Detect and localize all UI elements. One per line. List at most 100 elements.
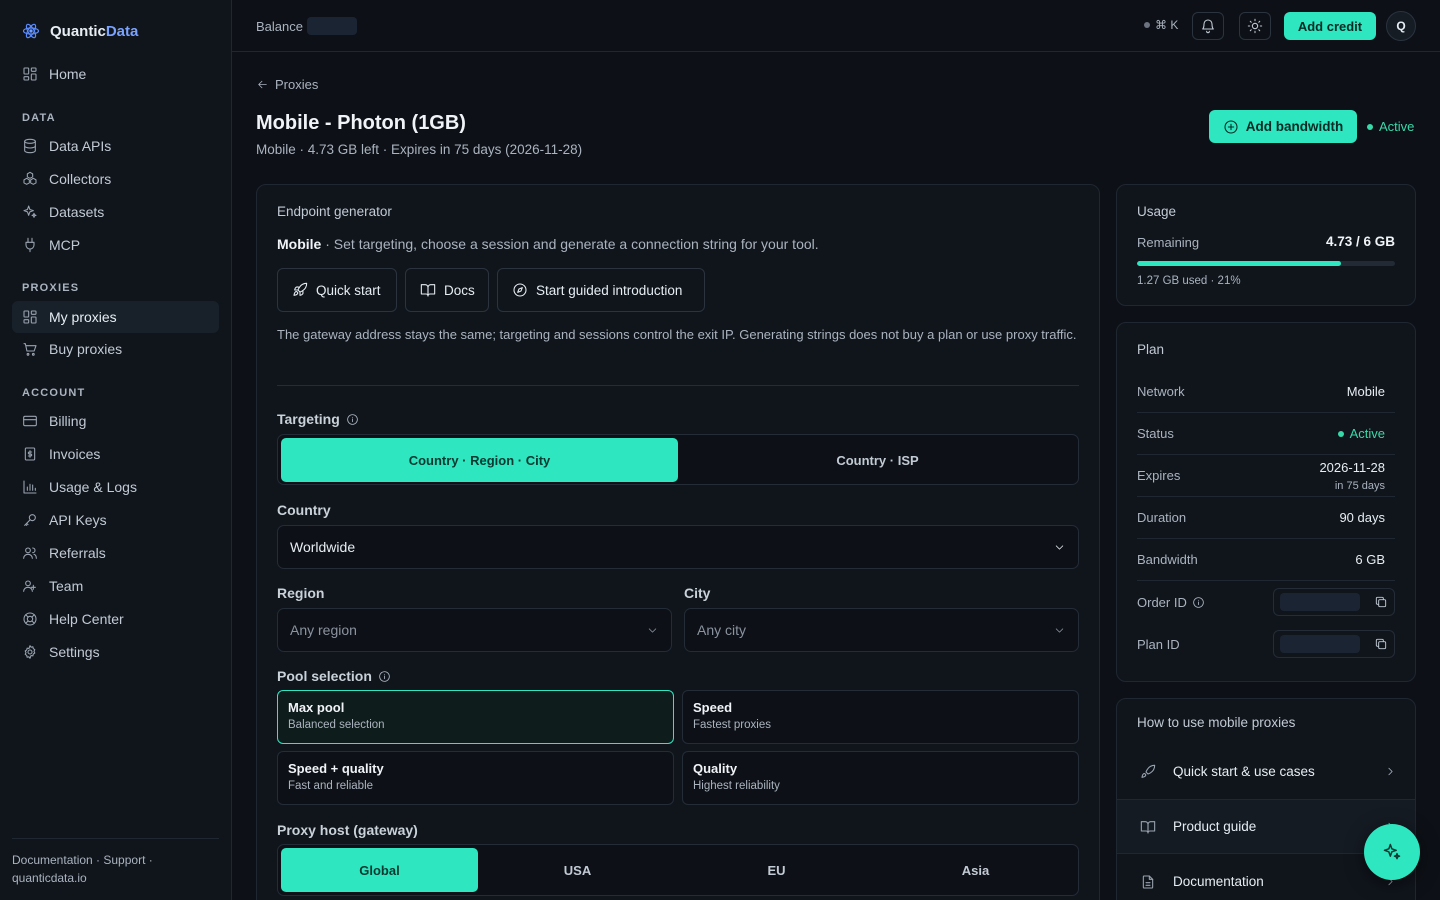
compass-icon: [512, 282, 528, 298]
targeting-label: Targeting: [277, 411, 359, 427]
pool-title: Speed + quality: [288, 761, 384, 776]
pool-title: Speed: [693, 700, 733, 715]
quick-start-button[interactable]: Quick start: [277, 268, 397, 312]
city-select[interactable]: Any city: [684, 608, 1079, 652]
chevron-right-icon: [1384, 765, 1397, 778]
nav-label: Referrals: [49, 545, 106, 561]
nav-mcp[interactable]: MCP: [12, 229, 219, 261]
pool-subtitle: Highest reliability: [693, 780, 780, 792]
book-open-icon: [420, 282, 436, 298]
howto-item-quick-start[interactable]: Quick start & use cases: [1117, 744, 1415, 799]
pool-title: Quality: [693, 761, 738, 776]
nav-label: Data APIs: [49, 138, 112, 154]
nav-label: MCP: [49, 237, 81, 253]
status-label: Active: [1379, 119, 1415, 134]
usage-progress-bar: [1137, 261, 1395, 266]
info-icon[interactable]: [378, 670, 391, 683]
brand-logo[interactable]: QuanticData: [22, 22, 138, 40]
balance: Balance: [256, 17, 357, 35]
rocket-icon: [292, 282, 308, 298]
nav-billing[interactable]: Billing: [12, 405, 219, 437]
nav-label: Home: [49, 66, 87, 82]
nav-help-center[interactable]: Help Center: [12, 603, 219, 635]
pool-option-quality[interactable]: Quality Highest reliability: [682, 751, 1079, 805]
country-select[interactable]: Worldwide: [277, 525, 1079, 569]
nav-buy-proxies[interactable]: Buy proxies: [12, 333, 219, 365]
nav-label: Billing: [49, 413, 87, 429]
host-option-usa[interactable]: USA: [478, 848, 677, 892]
command-palette-shortcut[interactable]: ⌘ K: [1144, 18, 1178, 32]
status-dot: [1367, 123, 1373, 130]
ai-assistant-button[interactable]: [1364, 824, 1420, 880]
user-group-icon: [22, 578, 38, 594]
add-credit-button[interactable]: Add credit: [1284, 12, 1376, 40]
nav-label: Settings: [49, 644, 100, 660]
nav-collectors[interactable]: Collectors: [12, 163, 219, 195]
nav-referrals[interactable]: Referrals: [12, 537, 219, 569]
brand-name: QuanticData: [50, 22, 139, 40]
targeting-option-isp[interactable]: Country · ISP: [678, 438, 1077, 482]
info-icon[interactable]: [346, 413, 359, 426]
plan-row-bandwidth: Bandwidth 6 GB: [1137, 539, 1395, 581]
balance-label: Balance: [256, 18, 303, 34]
copy-icon[interactable]: [1374, 595, 1388, 609]
avatar[interactable]: Q: [1386, 11, 1416, 41]
pool-option-speed[interactable]: Speed Fastest proxies: [682, 690, 1079, 744]
docs-label: Docs: [444, 282, 475, 298]
info-icon[interactable]: [1192, 596, 1205, 609]
balance-value-redacted: [306, 17, 357, 35]
proxy-host-label: Proxy host (gateway): [277, 822, 418, 838]
breadcrumb-label: Proxies: [275, 77, 319, 92]
breadcrumb[interactable]: Proxies: [256, 77, 318, 92]
host-option-eu[interactable]: EU: [677, 848, 876, 892]
nav-my-proxies[interactable]: My proxies: [12, 301, 219, 333]
add-bandwidth-button[interactable]: Add bandwidth: [1209, 110, 1357, 143]
footer-links[interactable]: Documentation · Support ·: [12, 851, 219, 869]
nav-usage-logs[interactable]: Usage & Logs: [12, 471, 219, 503]
nav-team[interactable]: Team: [12, 570, 219, 602]
book-open-icon: [1137, 816, 1159, 838]
order-id-field: [1273, 588, 1395, 616]
nav-datasets[interactable]: Datasets: [12, 196, 219, 228]
key-icon: [22, 512, 38, 528]
topbar: Balance ⌘ K Add credit Q: [232, 0, 1440, 52]
host-option-global[interactable]: Global: [281, 848, 478, 892]
nav-data-apis[interactable]: Data APIs: [12, 130, 219, 162]
card-title: Usage: [1137, 204, 1177, 219]
plan-row-duration: Duration 90 days: [1137, 497, 1395, 539]
pool-option-max-pool[interactable]: Max pool Balanced selection: [277, 690, 674, 744]
grid-icon: [22, 309, 38, 325]
host-option-asia[interactable]: Asia: [876, 848, 1075, 892]
grid-icon: [22, 66, 38, 82]
footer-domain[interactable]: quanticdata.io: [12, 869, 219, 887]
rocket-icon: [1137, 761, 1159, 783]
country-value: Worldwide: [290, 539, 356, 555]
theme-toggle-button[interactable]: [1239, 12, 1271, 40]
targeting-segmented-control: Country · Region · City Country · ISP: [277, 434, 1079, 485]
nav-home[interactable]: Home: [12, 58, 219, 90]
guided-introduction-button[interactable]: Start guided introduction: [497, 268, 705, 312]
plan-status-badge: Active: [1337, 426, 1385, 441]
usage-progress-fill: [1137, 261, 1341, 266]
sidebar-footer: Documentation · Support · quanticdata.io: [12, 838, 219, 887]
notifications-button[interactable]: [1192, 12, 1224, 40]
plug-icon: [22, 237, 38, 253]
docs-button[interactable]: Docs: [405, 268, 489, 312]
targeting-option-region-city[interactable]: Country · Region · City: [281, 438, 678, 482]
bell-icon: [1200, 18, 1216, 34]
howto-label: Product guide: [1173, 819, 1257, 834]
plan-id-field: [1273, 630, 1395, 658]
remaining-label: Remaining: [1137, 235, 1200, 250]
nav-invoices[interactable]: Invoices: [12, 438, 219, 470]
gear-icon: [22, 644, 38, 660]
copy-icon[interactable]: [1374, 637, 1388, 651]
nav-api-keys[interactable]: API Keys: [12, 504, 219, 536]
chevron-down-icon: [646, 624, 659, 637]
pool-option-speed-quality[interactable]: Speed + quality Fast and reliable: [277, 751, 674, 805]
region-select[interactable]: Any region: [277, 608, 672, 652]
plus-circle-icon: [1223, 119, 1239, 135]
cubes-icon: [22, 171, 38, 187]
gateway-note: The gateway address stays the same; targ…: [277, 327, 1077, 342]
nav-settings[interactable]: Settings: [12, 636, 219, 668]
nav-label: Invoices: [49, 446, 101, 462]
